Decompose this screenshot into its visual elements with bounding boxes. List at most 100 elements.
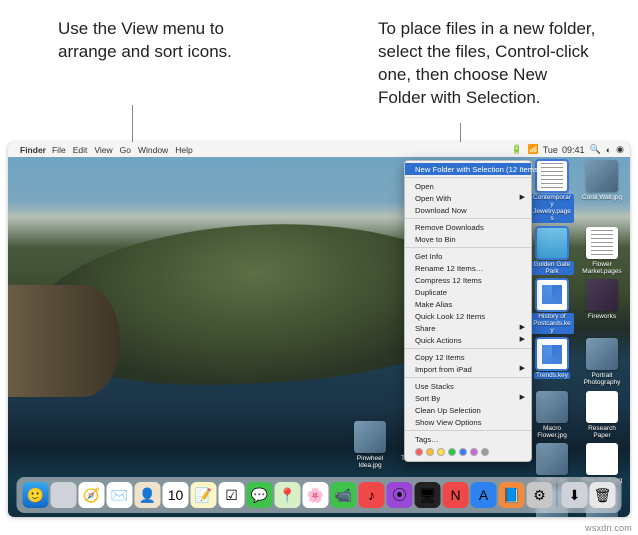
battery-icon[interactable]: 🔋	[511, 144, 522, 155]
desktop-icon-label: Macro Flower.jpg	[530, 425, 574, 439]
desktop-icon[interactable]: Fireworks	[580, 279, 624, 334]
context-menu-item[interactable]: Duplicate	[405, 286, 531, 298]
desktop-icon[interactable]: Pinwheel Idea.jpg	[348, 421, 392, 469]
dock-app-reminders[interactable]: ☑︎	[219, 482, 245, 508]
dock-app-maps[interactable]: 📍	[275, 482, 301, 508]
file-thumb-icon	[586, 338, 618, 370]
context-menu-item[interactable]: Sort By▶	[405, 392, 531, 404]
dock-app-news[interactable]: N	[443, 482, 469, 508]
wallpaper-cliff	[8, 285, 120, 398]
dock-app-books[interactable]: 📘	[499, 482, 525, 508]
menubar-item-edit[interactable]: Edit	[73, 145, 88, 155]
context-menu-item[interactable]: Make Alias	[405, 298, 531, 310]
desktop-icon[interactable]: Research Paper	[580, 391, 624, 439]
tag-color-dot[interactable]	[459, 448, 467, 456]
dock-app-contacts[interactable]: 👤	[135, 482, 161, 508]
file-thumb-icon	[586, 227, 618, 259]
desktop-icon[interactable]: Portrait Photography	[580, 338, 624, 386]
menubar-day[interactable]: Tue	[543, 145, 558, 155]
desktop-icon-label: Research Paper	[580, 425, 624, 439]
context-menu-item[interactable]: New Folder with Selection (12 Items)	[405, 163, 531, 175]
dock-separator	[557, 483, 558, 507]
control-center-icon[interactable]: ◐	[606, 145, 611, 155]
file-thumb-icon	[586, 279, 618, 311]
context-menu-item[interactable]: Quick Look 12 Items	[405, 310, 531, 322]
tag-color-dot[interactable]	[481, 448, 489, 456]
context-menu: New Folder with Selection (12 Items) Open…	[404, 160, 532, 462]
context-menu-item[interactable]: Tags…	[405, 433, 531, 445]
callout-left: Use the View menu to arrange and sort ic…	[58, 18, 258, 110]
callout-right: To place files in a new folder, select t…	[378, 18, 598, 110]
context-menu-item[interactable]: Use Stacks	[405, 380, 531, 392]
menubar-item-go[interactable]: Go	[120, 145, 131, 155]
desktop-icon-label: Contemporary Jewelry.pages	[530, 194, 574, 223]
menubar-item-help[interactable]: Help	[175, 145, 192, 155]
dock-app-podcasts[interactable]: ⦿	[387, 482, 413, 508]
menubar-item-window[interactable]: Window	[138, 145, 168, 155]
dock-app-notes[interactable]: 📝	[191, 482, 217, 508]
context-menu-item[interactable]: Share▶	[405, 322, 531, 334]
desktop-icon-label: Flower Market.pages	[580, 261, 624, 275]
context-menu-item[interactable]: Quick Actions▶	[405, 334, 531, 346]
tag-color-dot[interactable]	[448, 448, 456, 456]
tag-color-dot[interactable]	[470, 448, 478, 456]
tag-color-dot[interactable]	[437, 448, 445, 456]
file-thumb-icon	[586, 160, 618, 192]
context-menu-item[interactable]: Open	[405, 180, 531, 192]
dock-trash[interactable]: 🗑	[590, 482, 616, 508]
dock-app-tv[interactable]: 🖥	[415, 482, 441, 508]
dock-app-launchpad[interactable]	[51, 482, 77, 508]
tag-color-dot[interactable]	[426, 448, 434, 456]
desktop-icon[interactable]: History of Postcards.key	[530, 279, 574, 334]
submenu-arrow-icon: ▶	[520, 323, 525, 331]
context-menu-item[interactable]: Copy 12 Items	[405, 351, 531, 363]
desktop-icon[interactable]: Trends.key	[530, 338, 574, 386]
dock-app-finder[interactable]: 🙂	[23, 482, 49, 508]
context-menu-item[interactable]: Import from iPad▶	[405, 363, 531, 375]
context-menu-tags	[405, 445, 531, 459]
desktop-icon[interactable]: Flower Market.pages	[580, 227, 624, 275]
context-menu-item[interactable]: Compress 12 Items	[405, 274, 531, 286]
dock-app-facetime[interactable]: 📹	[331, 482, 357, 508]
context-menu-item[interactable]: Open With▶	[405, 192, 531, 204]
dock-app-appstore[interactable]: A	[471, 482, 497, 508]
dock-app-mail[interactable]: ✉️	[107, 482, 133, 508]
wifi-icon[interactable]: 📶	[528, 144, 539, 155]
context-menu-item[interactable]: Clean Up Selection	[405, 404, 531, 416]
dock: 🙂 🧭✉️👤10📝☑︎💬📍🌸📹♪⦿🖥NA📘⚙︎ ⬇︎🗑	[17, 477, 622, 513]
pointer-line	[132, 105, 133, 143]
desktop-icon-label: Golden Gate Park	[530, 261, 574, 275]
dock-app-messages[interactable]: 💬	[247, 482, 273, 508]
menubar-time[interactable]: 09:41	[562, 145, 585, 155]
dock-app-calendar[interactable]: 10	[163, 482, 189, 508]
submenu-arrow-icon: ▶	[520, 393, 525, 401]
dock-app-safari[interactable]: 🧭	[79, 482, 105, 508]
submenu-arrow-icon: ▶	[520, 193, 525, 201]
context-menu-item[interactable]: Move to Bin	[405, 233, 531, 245]
dock-downloads[interactable]: ⬇︎	[562, 482, 588, 508]
desktop-icon[interactable]: Coral Wall.jpg	[580, 160, 624, 223]
menubar-app-name[interactable]: Finder	[20, 145, 46, 155]
file-thumb-icon	[586, 443, 618, 475]
dock-app-photos[interactable]: 🌸	[303, 482, 329, 508]
file-thumb-icon	[536, 279, 568, 311]
menubar-item-view[interactable]: View	[94, 145, 112, 155]
desktop-icon-label: Fireworks	[588, 313, 616, 320]
desktop-icon[interactable]: Golden Gate Park	[530, 227, 574, 275]
context-menu-item[interactable]: Show View Options	[405, 416, 531, 428]
desktop-icon-label: Pinwheel Idea.jpg	[348, 455, 392, 469]
siri-icon[interactable]: ◉	[616, 144, 624, 155]
context-menu-item[interactable]: Rename 12 Items…	[405, 262, 531, 274]
context-menu-item[interactable]: Download Now	[405, 204, 531, 216]
spotlight-icon[interactable]: 🔍	[589, 144, 600, 155]
callouts: Use the View menu to arrange and sort ic…	[0, 0, 638, 120]
menubar-item-file[interactable]: File	[52, 145, 66, 155]
dock-app-music[interactable]: ♪	[359, 482, 385, 508]
desktop-icon-label: Trends.key	[534, 372, 570, 379]
tag-color-dot[interactable]	[415, 448, 423, 456]
desktop-icons-column: Contemporary Jewelry.pagesCoral Wall.jpg…	[530, 160, 626, 517]
desktop-icon[interactable]: Macro Flower.jpg	[530, 391, 574, 439]
dock-app-preferences[interactable]: ⚙︎	[527, 482, 553, 508]
context-menu-item[interactable]: Remove Downloads	[405, 221, 531, 233]
context-menu-item[interactable]: Get Info	[405, 250, 531, 262]
